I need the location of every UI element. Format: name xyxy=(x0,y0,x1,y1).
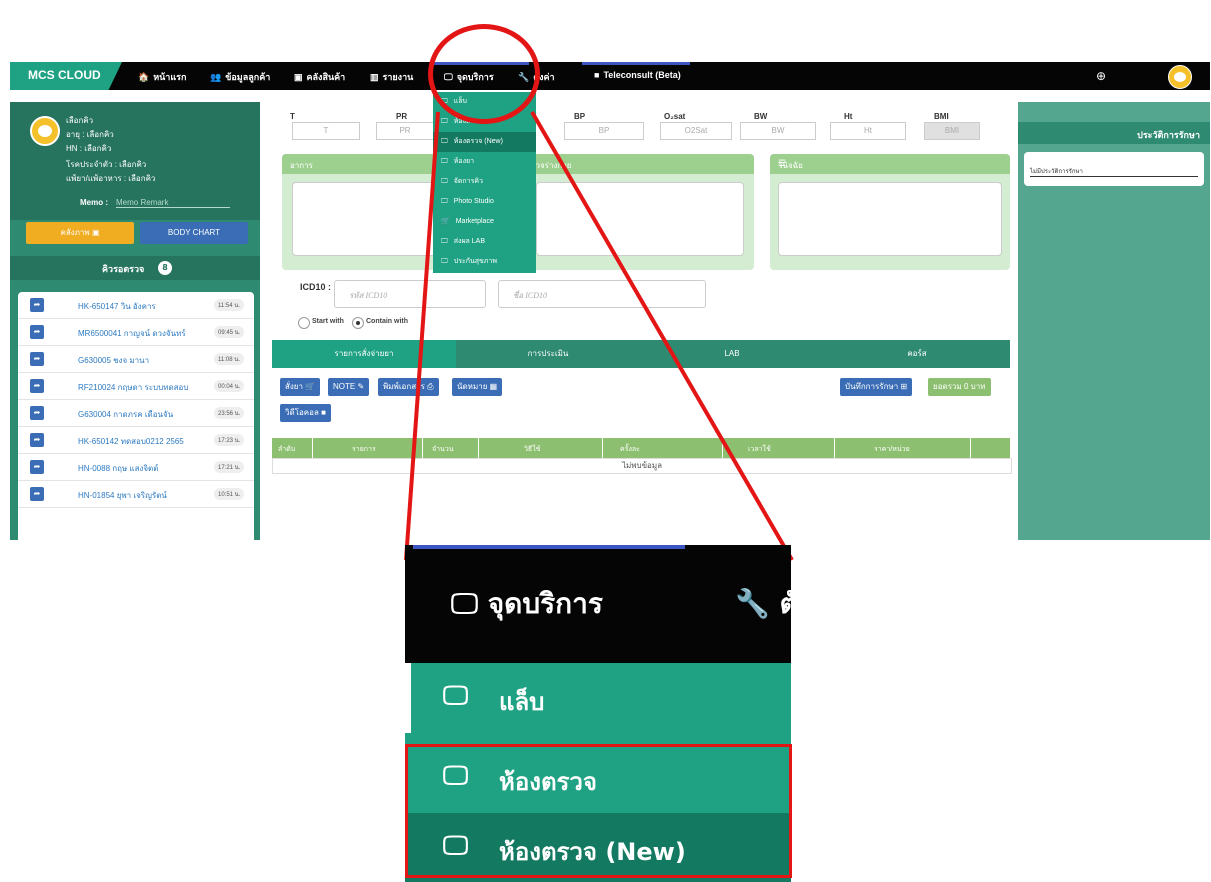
zoom-nav-settings[interactable]: 🔧 ตั xyxy=(735,582,791,626)
callout-line-left xyxy=(404,111,440,561)
zoom-nav-indicator xyxy=(413,545,685,549)
highlight-box xyxy=(405,744,792,878)
zoom-menu-item-lab[interactable]: 🖵 แล็บ xyxy=(405,663,791,733)
zoom-nav-service-point[interactable]: 🖵 จุดบริการ xyxy=(451,582,603,626)
callout-line-right xyxy=(530,110,794,562)
zoom-navbar: 🖵 จุดบริการ 🔧 ตั xyxy=(405,545,791,663)
monitor-icon: 🖵 xyxy=(451,587,478,620)
wrench-icon: 🔧 xyxy=(735,587,770,620)
monitor-icon: 🖵 xyxy=(443,681,469,711)
